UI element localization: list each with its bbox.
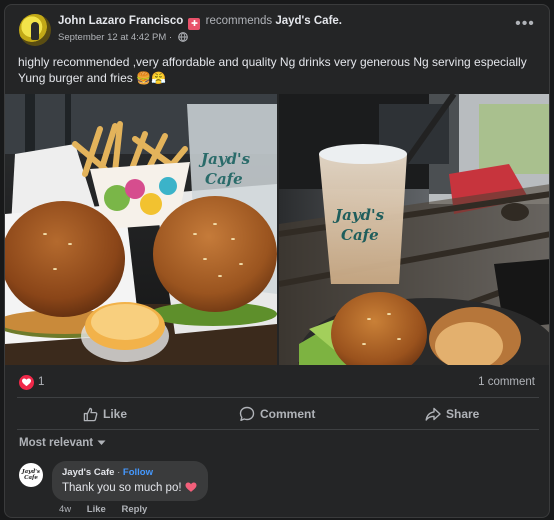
left-cup-brand-line1: Jayd's [198,150,251,168]
comment-sort-dropdown[interactable]: Most relevant [19,437,106,449]
share-label: Share [446,407,480,421]
comment-dot: · [117,467,121,478]
author-avatar[interactable] [19,14,51,46]
comment-text-line: Thank you so much po! [62,482,197,494]
commenter-avatar-logo: Jayd's Cafe [22,469,40,481]
comment-like-link[interactable]: Like [87,504,106,515]
comment-icon [239,406,255,421]
follow-link[interactable]: Follow [123,467,153,478]
post-card: John Lazaro Francisco ✚ recommends Jayd'… [4,4,550,518]
commenter-name[interactable]: Jayd's Cafe [62,467,114,478]
meta-separator: · [168,32,173,43]
comment-button[interactable]: Comment [239,403,315,425]
recommends-text: recommends [205,15,273,27]
chevron-down-icon [97,440,106,445]
share-icon [425,407,441,421]
like-button[interactable]: Like [83,403,127,425]
comment-text: Thank you so much po! [62,482,182,494]
more-options-icon[interactable]: ••• [515,16,535,35]
left-cup-brand-line2: Cafe [205,170,243,188]
heart-icon[interactable] [19,375,34,390]
like-icon [83,407,98,421]
comment-time[interactable]: 4w [59,504,71,515]
post-meta: September 12 at 4:42 PM · [58,32,188,45]
right-cup-brand-line2: Cafe [341,226,379,244]
right-cup-brand-line1: Jayd's [332,206,385,224]
globe-icon [177,32,188,45]
post-header: John Lazaro Francisco ✚ recommends Jayd'… [5,5,549,51]
comment-header: Jayd's Cafe · Follow [62,467,153,478]
recommend-icon: ✚ [188,18,201,30]
reactions-row: 1 1 comment [5,373,549,393]
comment-count[interactable]: 1 comment [478,376,535,388]
comment-bubble: Jayd's Cafe · Follow Thank you so much p… [52,461,208,501]
page-name-link[interactable]: Jayd's Cafe. [275,15,342,27]
like-label: Like [103,407,128,421]
heart-emoji-icon [185,482,197,492]
divider-bottom [17,429,539,430]
post-author-line: John Lazaro Francisco ✚ recommends Jayd'… [58,15,342,30]
author-name[interactable]: John Lazaro Francisco [58,15,183,27]
share-button[interactable]: Share [425,403,479,425]
comment-meta: 4w Like Reply [59,504,160,515]
reaction-count[interactable]: 1 [38,376,44,388]
post-text: highly recommended ,very affordable and … [18,55,527,85]
post-timestamp[interactable]: September 12 at 4:42 PM [58,32,166,43]
post-photos: Jayd's Cafe Jayd's Cafe [5,94,549,365]
photo-drink-burger[interactable]: Jayd's Cafe [279,94,549,365]
comment-label: Comment [260,407,316,421]
divider-top [17,397,539,398]
comment-reply-link[interactable]: Reply [121,504,147,515]
commenter-avatar[interactable]: Jayd's Cafe [19,463,43,487]
photo-burgers-fries[interactable]: Jayd's Cafe [5,94,277,365]
comment-sort-label: Most relevant [19,437,94,449]
post-actions: Like Comment Share [5,403,549,425]
